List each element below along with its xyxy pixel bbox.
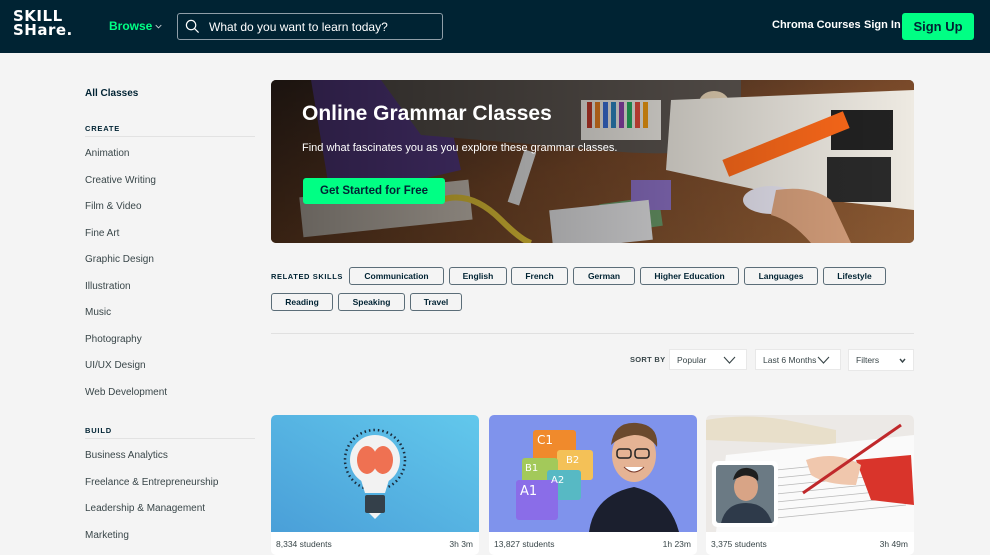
sort-select[interactable]: Popular (669, 349, 747, 370)
get-started-button[interactable]: Get Started for Free (303, 178, 445, 204)
sidebar-item-all-classes[interactable]: All Classes (85, 88, 255, 102)
logo-line-2: SHare. (13, 21, 73, 39)
skill-chip-reading[interactable]: Reading (271, 293, 333, 311)
top-nav-bar: SKILL SHare. Browse Chroma Courses Sign … (0, 0, 990, 53)
skill-chip-speaking[interactable]: Speaking (338, 293, 405, 311)
class-duration: 3h 3m (449, 538, 473, 549)
search-box[interactable] (177, 13, 443, 40)
filters-dropdown[interactable]: Filters (848, 349, 914, 371)
student-count: 3,375 students (711, 538, 767, 549)
sign-in-link[interactable]: Sign In (864, 19, 901, 31)
class-duration: 3h 49m (879, 538, 908, 549)
skill-chip-french[interactable]: French (511, 267, 568, 285)
search-input[interactable] (209, 19, 429, 34)
class-thumbnail (271, 415, 479, 532)
time-period-value: Last 6 Months (763, 354, 817, 365)
class-card[interactable]: 3,375 students 3h 49m (706, 415, 914, 555)
proofreading-image (706, 415, 914, 532)
class-thumbnail (706, 415, 914, 532)
sidebar-item-ui-ux-design[interactable]: UI/UX Design (85, 353, 255, 380)
sidebar-item-web-development[interactable]: Web Development (85, 380, 255, 407)
language-levels-image: C1 B2 B1 A2 A1 (489, 415, 697, 532)
sidebar-item-business-analytics[interactable]: Business Analytics (85, 443, 255, 470)
category-sidebar: All Classes CREATE Animation Creative Wr… (85, 88, 255, 549)
sidebar-item-photography[interactable]: Photography (85, 327, 255, 354)
class-thumbnail: C1 B2 B1 A2 A1 (489, 415, 697, 532)
filters-label: Filters (856, 355, 880, 365)
chevron-down-icon (817, 356, 830, 364)
skill-chip-lifestyle[interactable]: Lifestyle (823, 267, 886, 285)
sidebar-item-animation[interactable]: Animation (85, 141, 255, 168)
chevron-down-icon (899, 358, 906, 363)
sidebar-item-fine-art[interactable]: Fine Art (85, 221, 255, 248)
chevron-down-icon (723, 356, 736, 364)
svg-text:A2: A2 (551, 475, 564, 486)
svg-text:C1: C1 (537, 433, 553, 447)
sidebar-item-freelance-entrepreneurship[interactable]: Freelance & Entrepreneurship (85, 470, 255, 497)
skill-chip-higher-education[interactable]: Higher Education (640, 267, 739, 285)
skill-chip-english[interactable]: English (449, 267, 507, 285)
related-skills-label: RELATED SKILLS (271, 272, 344, 281)
svg-text:A1: A1 (520, 484, 537, 499)
sidebar-item-music[interactable]: Music (85, 300, 255, 327)
student-count: 13,827 students (494, 538, 555, 549)
search-icon (185, 19, 200, 34)
hero-banner: Online Grammar Classes Find what fascina… (271, 80, 914, 243)
skill-chip-languages[interactable]: Languages (744, 267, 818, 285)
class-card[interactable]: 8,334 students 3h 3m (271, 415, 479, 555)
sort-select-value: Popular (677, 354, 707, 365)
hero-subtitle: Find what fascinates you as you explore … (302, 142, 618, 154)
class-duration: 1h 23m (662, 538, 691, 549)
sign-up-button[interactable]: Sign Up (902, 13, 974, 40)
sidebar-item-graphic-design[interactable]: Graphic Design (85, 247, 255, 274)
svg-text:B2: B2 (566, 455, 579, 466)
student-count: 8,334 students (276, 538, 332, 549)
skill-chip-german[interactable]: German (573, 267, 635, 285)
sidebar-item-illustration[interactable]: Illustration (85, 274, 255, 301)
browse-menu-button[interactable]: Browse (109, 19, 162, 33)
section-divider (271, 333, 914, 334)
sidebar-item-film-video[interactable]: Film & Video (85, 194, 255, 221)
sidebar-section-build: BUILD (85, 426, 255, 439)
sidebar-item-creative-writing[interactable]: Creative Writing (85, 168, 255, 195)
skillshare-logo[interactable]: SKILL SHare. (13, 9, 73, 39)
sort-by-label: SORT BY (630, 355, 666, 364)
svg-text:B1: B1 (525, 463, 538, 474)
time-period-select[interactable]: Last 6 Months (755, 349, 841, 370)
class-card[interactable]: C1 B2 B1 A2 A1 13,827 students 1h 23m (489, 415, 697, 555)
browse-label: Browse (109, 19, 153, 33)
chevron-down-icon (155, 24, 162, 29)
skill-chip-travel[interactable]: Travel (410, 293, 462, 311)
sidebar-item-leadership-management[interactable]: Leadership & Management (85, 496, 255, 523)
sidebar-section-create: CREATE (85, 124, 255, 137)
hero-title: Online Grammar Classes (302, 102, 552, 125)
chroma-courses-link[interactable]: Chroma Courses (772, 19, 861, 31)
lightbulb-brain-icon (271, 415, 479, 532)
skill-chip-communication[interactable]: Communication (349, 267, 444, 285)
sidebar-item-marketing[interactable]: Marketing (85, 523, 255, 550)
